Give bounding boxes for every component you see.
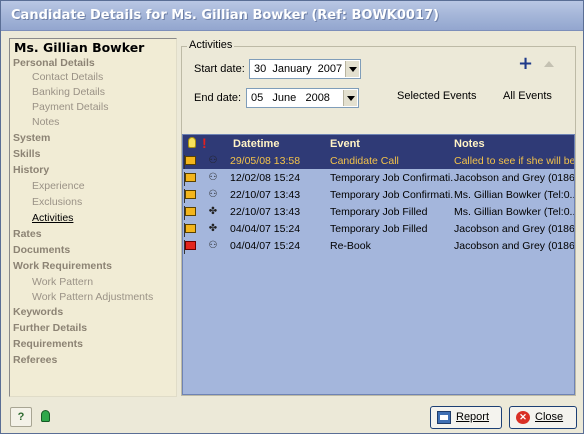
report-label: Report bbox=[456, 411, 490, 423]
cell-notes: Jacobson and Grey (0186... bbox=[454, 223, 574, 235]
all-events-filter[interactable]: All Events bbox=[503, 90, 552, 102]
flag-icon bbox=[184, 206, 196, 220]
cell-datetime: 12/02/08 15:24 bbox=[230, 172, 301, 184]
activities-grid: ! Datetime Event Notes ⚇ 29/05/08 13:58 … bbox=[182, 134, 575, 395]
plus-icon[interactable]: + bbox=[518, 55, 533, 73]
people-icon: ⚇ bbox=[208, 240, 218, 251]
report-button[interactable]: Report bbox=[430, 406, 502, 429]
column-datetime[interactable]: Datetime bbox=[233, 138, 279, 150]
cell-datetime: 04/04/07 15:24 bbox=[230, 240, 301, 252]
candidate-name: Ms. Gillian Bowker bbox=[14, 40, 145, 55]
footer-bar: ? Report ✕ Close bbox=[1, 401, 583, 433]
navigation-panel: Ms. Gillian Bowker Personal Details Cont… bbox=[9, 38, 177, 397]
people-icon: ⚇ bbox=[208, 155, 218, 166]
start-date-label: Start date: bbox=[194, 63, 245, 75]
activities-group-label: Activities bbox=[187, 39, 235, 51]
table-row[interactable]: ✤ 04/04/07 15:24 Temporary Job Filled Ja… bbox=[183, 221, 574, 237]
close-icon: ✕ bbox=[516, 411, 530, 424]
lightbulb-icon bbox=[188, 137, 196, 148]
table-row[interactable]: ⚇ 12/02/08 15:24 Temporary Job Confirmat… bbox=[183, 170, 574, 186]
table-row[interactable]: ✤ 22/10/07 13:43 Temporary Job Filled Ms… bbox=[183, 204, 574, 220]
title-bar[interactable]: Candidate Details for Ms. Gillian Bowker… bbox=[1, 1, 583, 31]
handshake-icon: ✤ bbox=[208, 223, 218, 234]
selected-events-filter[interactable]: Selected Events bbox=[397, 90, 477, 102]
cell-notes: Jacobson and Grey (0186... bbox=[454, 240, 574, 252]
end-date-dropdown-arrow[interactable] bbox=[343, 90, 357, 106]
cell-event: Temporary Job Confirmati.. bbox=[330, 189, 453, 201]
cell-notes: Ms. Gillian Bowker (Tel:0... bbox=[454, 206, 574, 218]
flag-icon bbox=[184, 223, 196, 237]
people-icon: ⚇ bbox=[208, 172, 218, 183]
end-date-picker[interactable]: 05 June 2008 bbox=[246, 88, 359, 108]
cell-event: Temporary Job Filled bbox=[330, 206, 428, 218]
nav-requirements[interactable]: Requirements bbox=[13, 338, 83, 350]
lightbulb-green-icon[interactable] bbox=[34, 407, 56, 427]
nav-history[interactable]: History bbox=[13, 164, 49, 176]
cell-event: Candidate Call bbox=[330, 155, 399, 167]
triangle-up-icon[interactable] bbox=[544, 61, 554, 67]
cell-datetime: 22/10/07 13:43 bbox=[230, 189, 301, 201]
cell-notes: Ms. Gillian Bowker (Tel:0... bbox=[454, 189, 574, 201]
start-date-dropdown-arrow[interactable] bbox=[345, 61, 359, 77]
end-date-value: 05 June 2008 bbox=[251, 92, 330, 104]
nav-personal-details[interactable]: Personal Details bbox=[13, 57, 95, 69]
nav-exclusions[interactable]: Exclusions bbox=[32, 196, 82, 208]
candidate-details-window: Candidate Details for Ms. Gillian Bowker… bbox=[0, 0, 584, 434]
cell-event: Re-Book bbox=[330, 240, 371, 252]
handshake-icon: ✤ bbox=[208, 206, 218, 217]
column-notes[interactable]: Notes bbox=[454, 138, 485, 150]
flag-icon bbox=[184, 189, 196, 203]
cell-notes: Called to see if she will be... bbox=[454, 155, 574, 167]
window-title: Candidate Details for Ms. Gillian Bowker… bbox=[11, 8, 439, 23]
nav-activities[interactable]: Activities bbox=[32, 212, 73, 224]
flag-icon bbox=[184, 155, 196, 169]
nav-keywords[interactable]: Keywords bbox=[13, 306, 63, 318]
nav-skills[interactable]: Skills bbox=[13, 148, 40, 160]
cell-notes: Jacobson and Grey (0186... bbox=[454, 172, 574, 184]
nav-experience[interactable]: Experience bbox=[32, 180, 85, 192]
nav-notes[interactable]: Notes bbox=[32, 116, 59, 128]
nav-referees[interactable]: Referees bbox=[13, 354, 57, 366]
table-row[interactable]: ⚇ 04/04/07 15:24 Re-Book Jacobson and Gr… bbox=[183, 238, 574, 254]
help-icon[interactable]: ? bbox=[10, 407, 32, 427]
flag-icon bbox=[184, 240, 196, 254]
nav-work-pattern[interactable]: Work Pattern bbox=[32, 276, 93, 288]
nav-system[interactable]: System bbox=[13, 132, 50, 144]
report-icon bbox=[437, 411, 451, 424]
nav-documents[interactable]: Documents bbox=[13, 244, 70, 256]
end-date-label: End date: bbox=[194, 92, 242, 104]
column-event[interactable]: Event bbox=[330, 138, 360, 150]
cell-event: Temporary Job Confirmati.. bbox=[330, 172, 453, 184]
nav-contact-details[interactable]: Contact Details bbox=[32, 71, 103, 83]
flag-icon bbox=[184, 172, 196, 186]
close-label: Close bbox=[535, 411, 564, 423]
nav-work-pattern-adjustments[interactable]: Work Pattern Adjustments bbox=[32, 291, 153, 303]
grid-header: ! Datetime Event Notes bbox=[183, 135, 574, 153]
start-date-value: 30 January 2007 bbox=[254, 63, 343, 75]
cell-event: Temporary Job Filled bbox=[330, 223, 428, 235]
start-date-picker[interactable]: 30 January 2007 bbox=[249, 59, 361, 79]
table-row[interactable]: ⚇ 29/05/08 13:58 Candidate Call Called t… bbox=[183, 153, 574, 169]
cell-datetime: 22/10/07 13:43 bbox=[230, 206, 301, 218]
priority-icon: ! bbox=[202, 135, 207, 151]
nav-work-requirements[interactable]: Work Requirements bbox=[13, 260, 112, 272]
nav-payment-details[interactable]: Payment Details bbox=[32, 101, 108, 113]
cell-datetime: 29/05/08 13:58 bbox=[230, 155, 301, 167]
table-row[interactable]: ⚇ 22/10/07 13:43 Temporary Job Confirmat… bbox=[183, 187, 574, 203]
nav-banking-details[interactable]: Banking Details bbox=[32, 86, 105, 98]
cell-datetime: 04/04/07 15:24 bbox=[230, 223, 301, 235]
close-button[interactable]: ✕ Close bbox=[509, 406, 577, 429]
people-icon: ⚇ bbox=[208, 189, 218, 200]
nav-further-details[interactable]: Further Details bbox=[13, 322, 87, 334]
nav-rates[interactable]: Rates bbox=[13, 228, 42, 240]
